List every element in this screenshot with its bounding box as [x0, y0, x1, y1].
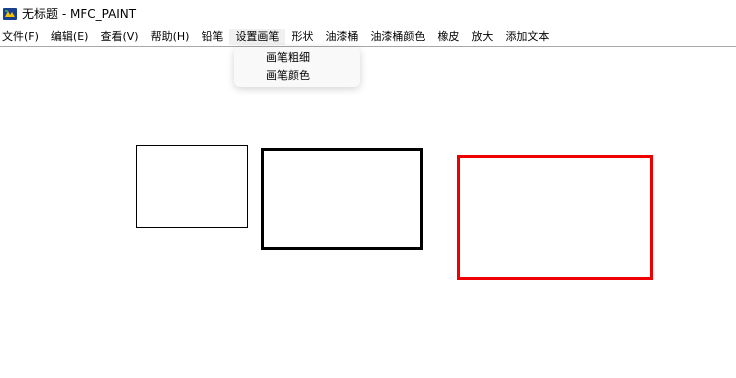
- menu-paint-bucket[interactable]: 油漆桶: [319, 29, 364, 45]
- title-bar: 无标题 - MFC_PAINT: [0, 0, 736, 28]
- menu-item-brush-color[interactable]: 画笔颜色: [234, 67, 360, 85]
- menu-file[interactable]: 文件(F): [0, 29, 45, 45]
- menu-pencil[interactable]: 铅笔: [195, 29, 229, 45]
- menu-view[interactable]: 查看(V): [94, 29, 144, 45]
- menu-add-text[interactable]: 添加文本: [499, 29, 555, 45]
- menu-eraser[interactable]: 橡皮: [431, 29, 465, 45]
- menu-item-brush-size[interactable]: 画笔粗细: [234, 49, 360, 67]
- menu-shape[interactable]: 形状: [285, 29, 319, 45]
- window-title: 无标题 - MFC_PAINT: [22, 7, 137, 21]
- menu-bar: 文件(F) 编辑(E) 查看(V) 帮助(H) 铅笔 设置画笔 形状 油漆桶 油…: [0, 28, 736, 47]
- app-window: 无标题 - MFC_PAINT 文件(F) 编辑(E) 查看(V) 帮助(H) …: [0, 0, 736, 378]
- menu-paint-bucket-color[interactable]: 油漆桶颜色: [364, 29, 431, 45]
- menu-help[interactable]: 帮助(H): [145, 29, 196, 45]
- rectangle-shape-red: [457, 155, 653, 280]
- menu-zoom[interactable]: 放大: [465, 29, 499, 45]
- drawing-canvas[interactable]: [0, 47, 736, 378]
- set-brush-dropdown-menu: 画笔粗细 画笔颜色: [234, 47, 360, 87]
- rectangle-shape-thin: [136, 145, 248, 228]
- rectangle-shape-thick: [261, 148, 423, 250]
- app-icon: [2, 6, 18, 22]
- menu-edit[interactable]: 编辑(E): [45, 29, 95, 45]
- menu-set-brush[interactable]: 设置画笔: [229, 29, 286, 45]
